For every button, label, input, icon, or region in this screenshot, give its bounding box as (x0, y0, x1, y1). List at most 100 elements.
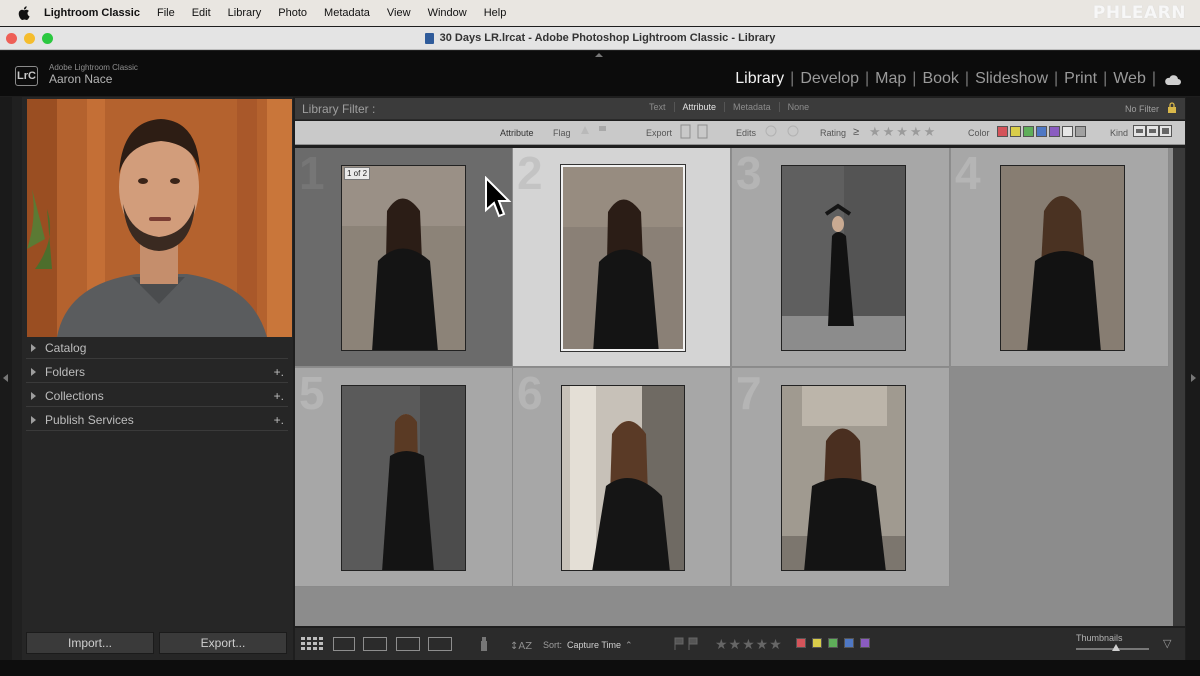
lrc-logo: LrC (15, 66, 38, 86)
color-filter-swatch[interactable] (1010, 126, 1021, 137)
menu-help[interactable]: Help (484, 7, 507, 19)
photo-thumbnail[interactable] (781, 165, 906, 351)
library-filter-label: Library Filter : (302, 102, 376, 116)
user-name: Aaron Nace (49, 72, 113, 86)
stack-badge[interactable]: 1 of 2 (344, 167, 371, 180)
color-label-swatch[interactable] (844, 638, 854, 648)
toolbar-rating-stars[interactable]: ★★★★★ (715, 636, 783, 653)
chevron-updown-icon[interactable]: ⌃ (625, 640, 633, 651)
cell-index-number: 4 (955, 148, 981, 199)
menu-photo[interactable]: Photo (278, 7, 307, 19)
grid-cell-2[interactable]: 2 (513, 148, 731, 367)
rating-stars-filter[interactable]: ★★★★★ (869, 124, 937, 140)
menu-metadata[interactable]: Metadata (324, 7, 370, 19)
panel-collections[interactable]: Collections +. (26, 386, 288, 407)
lock-icon[interactable] (1167, 101, 1177, 113)
module-picker: Library | Develop | Map | Book | Slideshow | … (729, 70, 1182, 88)
photo-thumbnail[interactable] (341, 385, 466, 571)
color-filter-swatch[interactable] (1062, 126, 1073, 137)
color-filter-swatch[interactable] (997, 126, 1008, 137)
add-folder-icon[interactable]: +. (274, 365, 284, 379)
photo-thumbnail[interactable] (560, 164, 686, 352)
import-button[interactable]: Import... (26, 632, 154, 654)
zoom-window-button[interactable] (42, 33, 53, 44)
panel-folders-label: Folders (45, 365, 86, 379)
sort-select[interactable]: Capture Time (567, 640, 621, 650)
menu-window[interactable]: Window (428, 7, 467, 19)
compare-view-icon[interactable] (363, 637, 387, 651)
photo-thumbnail[interactable] (781, 385, 906, 571)
menu-edit[interactable]: Edit (192, 7, 211, 19)
module-web[interactable]: Web (1107, 70, 1152, 88)
module-print[interactable]: Print (1058, 70, 1103, 88)
export-button[interactable]: Export... (159, 632, 287, 654)
menu-view[interactable]: View (387, 7, 411, 19)
module-slideshow[interactable]: Slideshow (969, 70, 1054, 88)
flag-label: Flag (553, 128, 571, 138)
sort-label: Sort: (543, 640, 563, 650)
grid-view-icon[interactable] (301, 637, 323, 651)
filter-tab-none[interactable]: None (780, 102, 818, 112)
module-book[interactable]: Book (916, 70, 964, 88)
survey-view-icon[interactable] (396, 637, 420, 651)
filter-tab-attribute[interactable]: Attribute (675, 102, 726, 112)
minimize-window-button[interactable] (24, 33, 35, 44)
grid-cell-5[interactable]: 5 (295, 368, 513, 587)
filter-preset-select[interactable]: No Filter (1125, 104, 1159, 114)
module-develop[interactable]: Develop (794, 70, 865, 88)
edits-filter-icon[interactable] (765, 125, 803, 139)
toolbar-menu-chevron-icon[interactable]: ▽ (1163, 637, 1171, 650)
filter-tab-metadata[interactable]: Metadata (725, 102, 780, 112)
thumbnail-size-slider-knob[interactable] (1112, 644, 1121, 651)
painter-icon[interactable] (479, 637, 489, 651)
close-window-button[interactable] (6, 33, 17, 44)
photo-thumbnail[interactable] (1000, 165, 1125, 351)
color-label-swatch[interactable] (860, 638, 870, 648)
apple-icon[interactable] (16, 5, 32, 21)
panel-publish-services[interactable]: Publish Services +. (26, 410, 288, 431)
loupe-view-icon[interactable] (333, 637, 355, 651)
menu-library[interactable]: Library (228, 7, 262, 19)
cell-index-number: 6 (517, 368, 543, 419)
add-publish-service-icon[interactable]: +. (274, 413, 284, 427)
panel-collections-label: Collections (45, 389, 104, 403)
color-filter-swatch[interactable] (1023, 126, 1034, 137)
export-filter-icon[interactable] (680, 124, 710, 142)
library-toolbar: ↕AZ Sort: Capture Time ⌃ ★★★★★ Thumbnail… (295, 628, 1185, 660)
add-collection-icon[interactable]: +. (274, 389, 284, 403)
kind-filter-icons[interactable] (1133, 125, 1173, 139)
color-filter-swatch[interactable] (1049, 126, 1060, 137)
color-filter-swatch[interactable] (1036, 126, 1047, 137)
photo-thumbnail[interactable] (561, 385, 685, 571)
disclosure-triangle-icon (31, 416, 36, 424)
top-panel-toggle-icon[interactable] (595, 53, 603, 57)
grid-cell-3[interactable]: 3 (732, 148, 950, 367)
people-view-icon[interactable] (428, 637, 452, 651)
filter-tab-text[interactable]: Text (641, 102, 675, 112)
sort-direction-icon[interactable]: ↕AZ (510, 637, 536, 652)
module-map[interactable]: Map (869, 70, 912, 88)
edits-label: Edits (736, 128, 757, 138)
panel-folders[interactable]: Folders +. (26, 362, 288, 383)
color-label-swatch[interactable] (828, 638, 838, 648)
cell-index-number: 1 (299, 148, 325, 199)
grid-cell-7[interactable]: 7 (732, 368, 950, 587)
grid-cell-4[interactable]: 4 (951, 148, 1169, 367)
color-label-swatch[interactable] (812, 638, 822, 648)
module-library[interactable]: Library (729, 70, 790, 88)
grid-scrollbar[interactable] (1173, 148, 1185, 626)
panel-catalog[interactable]: Catalog (26, 338, 288, 359)
left-panel-toggle-icon[interactable] (3, 374, 8, 382)
color-filter-swatch[interactable] (1075, 126, 1086, 137)
right-panel-toggle-icon[interactable] (1191, 374, 1196, 382)
menu-app-name[interactable]: Lightroom Classic (44, 7, 140, 19)
rating-operator[interactable]: ≥ (853, 126, 859, 138)
grid-cell-6[interactable]: 6 (513, 368, 731, 587)
color-label-swatch[interactable] (796, 638, 806, 648)
cloud-sync-icon[interactable] (1164, 73, 1182, 85)
flag-filter-icon[interactable] (579, 124, 606, 136)
photo-thumbnail[interactable] (341, 165, 466, 351)
grid-cell-1[interactable]: 1 1 of 2 (295, 148, 513, 367)
menu-file[interactable]: File (157, 7, 175, 19)
flag-toolbar-icon[interactable] (673, 637, 701, 651)
